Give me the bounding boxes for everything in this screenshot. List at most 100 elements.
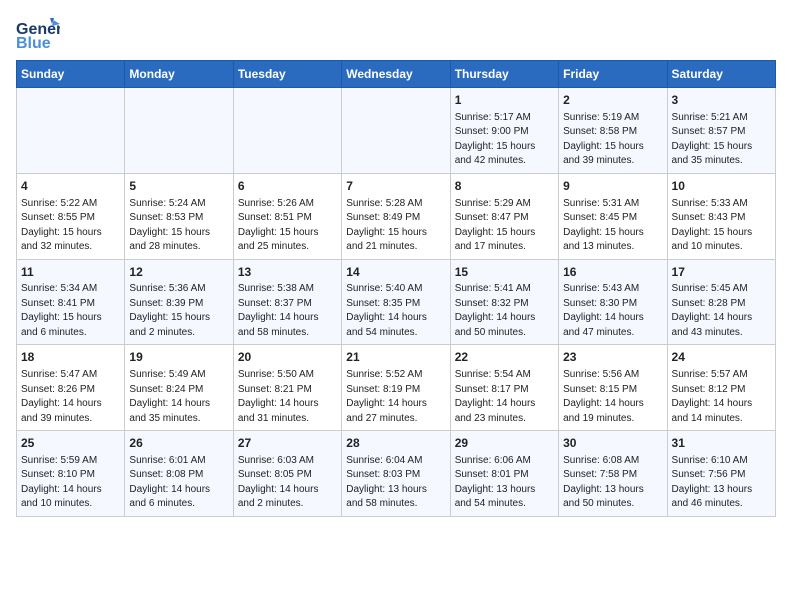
day-number: 30 [563, 435, 662, 452]
day-number: 1 [455, 92, 554, 109]
day-number: 4 [21, 178, 120, 195]
day-number: 25 [21, 435, 120, 452]
day-info: Sunrise: 5:49 AM Sunset: 8:24 PM Dayligh… [129, 368, 228, 426]
day-info: Sunrise: 5:47 AM Sunset: 8:26 PM Dayligh… [21, 368, 120, 426]
svg-text:Blue: Blue [16, 35, 51, 52]
day-info: Sunrise: 5:36 AM Sunset: 8:39 PM Dayligh… [129, 282, 228, 340]
day-info: Sunrise: 5:56 AM Sunset: 8:15 PM Dayligh… [563, 368, 662, 426]
day-number: 27 [238, 435, 337, 452]
calendar-cell: 22Sunrise: 5:54 AM Sunset: 8:17 PM Dayli… [450, 345, 558, 431]
day-number: 3 [672, 92, 771, 109]
day-info: Sunrise: 5:34 AM Sunset: 8:41 PM Dayligh… [21, 282, 120, 340]
calendar-table: SundayMondayTuesdayWednesdayThursdayFrid… [16, 60, 776, 517]
calendar-cell: 18 Sunrise: 5:47 AM Sunset: 8:26 PM Dayli… [17, 345, 125, 431]
day-info: Sunrise: 6:10 AM Sunset: 7:56 PM Dayligh… [672, 454, 771, 512]
calendar-cell: 25 Sunrise: 5:59 AM Sunset: 8:10 PM Dayli… [17, 431, 125, 517]
calendar-cell: 14Sunrise: 5:40 AM Sunset: 8:35 PM Dayli… [342, 259, 450, 345]
calendar-cell: 26 Sunrise: 6:01 AM Sunset: 8:08 PM Dayli… [125, 431, 233, 517]
day-info: Sunrise: 5:33 AM Sunset: 8:43 PM Dayligh… [672, 197, 771, 255]
day-info: Sunrise: 5:43 AM Sunset: 8:30 PM Dayligh… [563, 282, 662, 340]
calendar-cell: 30 Sunrise: 6:08 AM Sunset: 7:58 PM Dayli… [559, 431, 667, 517]
day-number: 5 [129, 178, 228, 195]
day-number: 23 [563, 349, 662, 366]
calendar-week-row: 4 Sunrise: 5:22 AM Sunset: 8:55 PM Daylig… [17, 173, 776, 259]
day-number: 28 [346, 435, 445, 452]
logo: General Blue [16, 16, 60, 52]
day-number: 14 [346, 264, 445, 281]
day-info: Sunrise: 5:17 AM Sunset: 9:00 PM Dayligh… [455, 111, 554, 169]
calendar-cell [17, 88, 125, 174]
day-number: 20 [238, 349, 337, 366]
day-number: 8 [455, 178, 554, 195]
day-info: Sunrise: 6:08 AM Sunset: 7:58 PM Dayligh… [563, 454, 662, 512]
day-info: Sunrise: 5:50 AM Sunset: 8:21 PM Dayligh… [238, 368, 337, 426]
calendar-cell: 28Sunrise: 6:04 AM Sunset: 8:03 PM Dayli… [342, 431, 450, 517]
day-info: Sunrise: 5:19 AM Sunset: 8:58 PM Dayligh… [563, 111, 662, 169]
page-header: General Blue [16, 16, 776, 52]
calendar-cell [125, 88, 233, 174]
calendar-week-row: 18 Sunrise: 5:47 AM Sunset: 8:26 PM Dayli… [17, 345, 776, 431]
day-number: 13 [238, 264, 337, 281]
day-info: Sunrise: 5:57 AM Sunset: 8:12 PM Dayligh… [672, 368, 771, 426]
calendar-cell: 3 Sunrise: 5:21 AM Sunset: 8:57 PM Daylig… [667, 88, 775, 174]
day-info: Sunrise: 5:26 AM Sunset: 8:51 PM Dayligh… [238, 197, 337, 255]
day-info: Sunrise: 5:21 AM Sunset: 8:57 PM Dayligh… [672, 111, 771, 169]
calendar-week-row: 11Sunrise: 5:34 AM Sunset: 8:41 PM Dayli… [17, 259, 776, 345]
calendar-cell: 6Sunrise: 5:26 AM Sunset: 8:51 PM Daylig… [233, 173, 341, 259]
calendar-cell: 12Sunrise: 5:36 AM Sunset: 8:39 PM Dayli… [125, 259, 233, 345]
day-info: Sunrise: 5:45 AM Sunset: 8:28 PM Dayligh… [672, 282, 771, 340]
day-number: 24 [672, 349, 771, 366]
calendar-cell: 8 Sunrise: 5:29 AM Sunset: 8:47 PM Daylig… [450, 173, 558, 259]
calendar-cell: 10 Sunrise: 5:33 AM Sunset: 8:43 PM Dayli… [667, 173, 775, 259]
calendar-cell: 19Sunrise: 5:49 AM Sunset: 8:24 PM Dayli… [125, 345, 233, 431]
day-info: Sunrise: 5:29 AM Sunset: 8:47 PM Dayligh… [455, 197, 554, 255]
day-number: 18 [21, 349, 120, 366]
day-info: Sunrise: 6:03 AM Sunset: 8:05 PM Dayligh… [238, 454, 337, 512]
header-sunday: Sunday [17, 61, 125, 88]
calendar-cell: 17Sunrise: 5:45 AM Sunset: 8:28 PM Dayli… [667, 259, 775, 345]
calendar-cell: 24 Sunrise: 5:57 AM Sunset: 8:12 PM Dayli… [667, 345, 775, 431]
day-number: 17 [672, 264, 771, 281]
day-number: 22 [455, 349, 554, 366]
calendar-cell: 9Sunrise: 5:31 AM Sunset: 8:45 PM Daylig… [559, 173, 667, 259]
calendar-cell: 16Sunrise: 5:43 AM Sunset: 8:30 PM Dayli… [559, 259, 667, 345]
day-info: Sunrise: 5:41 AM Sunset: 8:32 PM Dayligh… [455, 282, 554, 340]
day-number: 16 [563, 264, 662, 281]
header-wednesday: Wednesday [342, 61, 450, 88]
day-info: Sunrise: 5:59 AM Sunset: 8:10 PM Dayligh… [21, 454, 120, 512]
calendar-cell: 13Sunrise: 5:38 AM Sunset: 8:37 PM Dayli… [233, 259, 341, 345]
day-number: 26 [129, 435, 228, 452]
calendar-cell: 5Sunrise: 5:24 AM Sunset: 8:53 PM Daylig… [125, 173, 233, 259]
header-saturday: Saturday [667, 61, 775, 88]
day-info: Sunrise: 6:01 AM Sunset: 8:08 PM Dayligh… [129, 454, 228, 512]
day-number: 7 [346, 178, 445, 195]
calendar-cell: 4 Sunrise: 5:22 AM Sunset: 8:55 PM Daylig… [17, 173, 125, 259]
day-number: 10 [672, 178, 771, 195]
day-number: 12 [129, 264, 228, 281]
calendar-week-row: 1 Sunrise: 5:17 AM Sunset: 9:00 PM Daylig… [17, 88, 776, 174]
day-number: 21 [346, 349, 445, 366]
logo-icon: General Blue [16, 16, 60, 52]
calendar-cell: 21 Sunrise: 5:52 AM Sunset: 8:19 PM Dayli… [342, 345, 450, 431]
calendar-cell: 1 Sunrise: 5:17 AM Sunset: 9:00 PM Daylig… [450, 88, 558, 174]
calendar-header-row: SundayMondayTuesdayWednesdayThursdayFrid… [17, 61, 776, 88]
day-info: Sunrise: 5:28 AM Sunset: 8:49 PM Dayligh… [346, 197, 445, 255]
day-info: Sunrise: 6:06 AM Sunset: 8:01 PM Dayligh… [455, 454, 554, 512]
header-tuesday: Tuesday [233, 61, 341, 88]
day-info: Sunrise: 5:38 AM Sunset: 8:37 PM Dayligh… [238, 282, 337, 340]
calendar-cell: 20 Sunrise: 5:50 AM Sunset: 8:21 PM Dayli… [233, 345, 341, 431]
day-info: Sunrise: 5:22 AM Sunset: 8:55 PM Dayligh… [21, 197, 120, 255]
day-info: Sunrise: 5:52 AM Sunset: 8:19 PM Dayligh… [346, 368, 445, 426]
calendar-cell: 2Sunrise: 5:19 AM Sunset: 8:58 PM Daylig… [559, 88, 667, 174]
day-info: Sunrise: 5:31 AM Sunset: 8:45 PM Dayligh… [563, 197, 662, 255]
day-number: 31 [672, 435, 771, 452]
header-monday: Monday [125, 61, 233, 88]
calendar-cell: 15Sunrise: 5:41 AM Sunset: 8:32 PM Dayli… [450, 259, 558, 345]
calendar-week-row: 25 Sunrise: 5:59 AM Sunset: 8:10 PM Dayli… [17, 431, 776, 517]
calendar-cell: 7 Sunrise: 5:28 AM Sunset: 8:49 PM Daylig… [342, 173, 450, 259]
calendar-cell [233, 88, 341, 174]
day-number: 29 [455, 435, 554, 452]
day-number: 15 [455, 264, 554, 281]
calendar-cell: 11Sunrise: 5:34 AM Sunset: 8:41 PM Dayli… [17, 259, 125, 345]
header-friday: Friday [559, 61, 667, 88]
